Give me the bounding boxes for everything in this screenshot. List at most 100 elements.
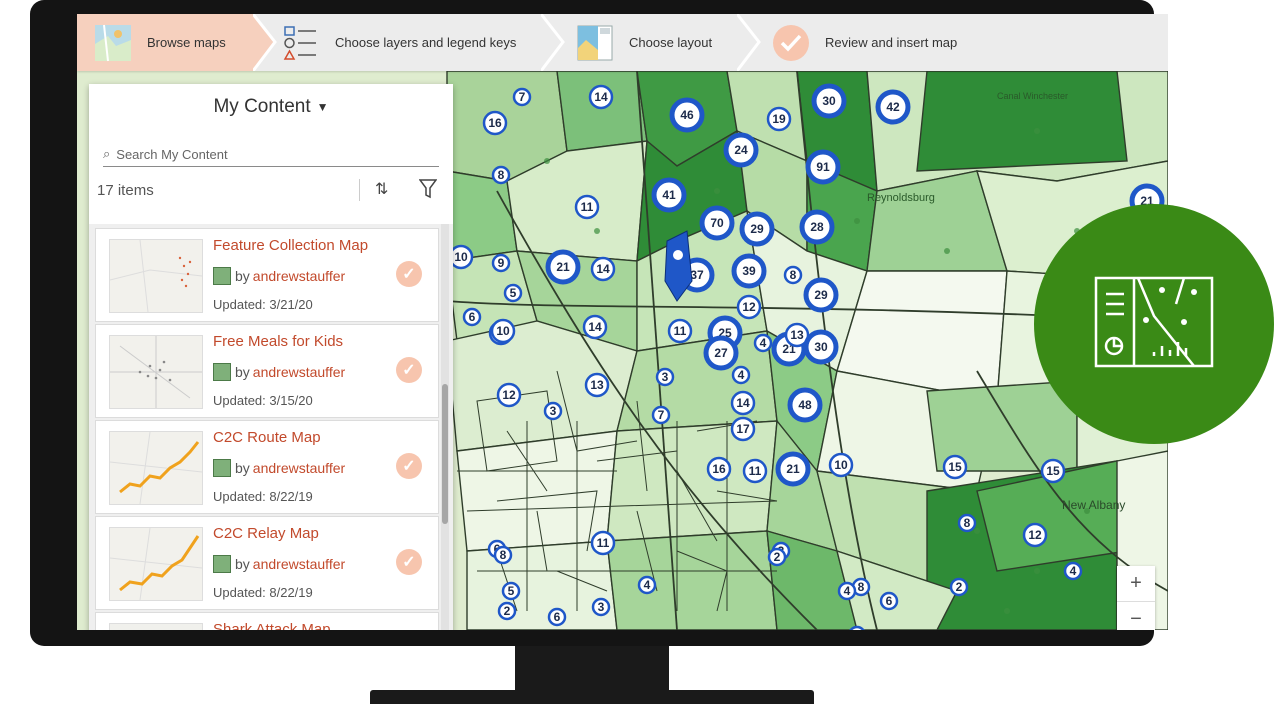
map-thumbnail (109, 431, 203, 505)
checkmark-circle-icon (771, 23, 811, 63)
item-title[interactable]: C2C Relay Map (213, 525, 319, 542)
step-label: Choose layers and legend keys (335, 35, 517, 50)
cluster-count: 11 (749, 464, 762, 478)
cluster-count: 6 (554, 610, 561, 624)
cluster-count: 8 (858, 580, 865, 594)
cluster-count: 13 (590, 378, 604, 392)
cluster-count: 8 (498, 168, 505, 182)
step-label: Browse maps (147, 35, 226, 50)
filter-icon[interactable] (418, 179, 438, 203)
select-check-icon[interactable]: ✓ (396, 453, 422, 479)
panel-title: My Content (213, 96, 311, 117)
cluster-count: 48 (798, 398, 812, 412)
cluster-count: 46 (680, 108, 694, 122)
cluster-count: 24 (734, 143, 748, 157)
cluster-count: 2 (774, 550, 781, 564)
list-item[interactable]: Shark Attack Map (95, 612, 439, 630)
owner-link[interactable]: andrewstauffer (253, 364, 345, 380)
cluster-count: 3 (598, 600, 605, 614)
select-check-icon[interactable]: ✓ (396, 261, 422, 287)
cluster-count: 30 (814, 340, 828, 354)
cluster-count: 16 (488, 116, 502, 130)
cluster-count: 11 (581, 200, 594, 214)
cluster-count: 4 (1070, 564, 1077, 578)
cluster-count: 11 (674, 324, 687, 338)
select-check-icon[interactable]: ✓ (396, 357, 422, 383)
webmap-icon (213, 363, 231, 381)
cluster-count: 8 (790, 268, 797, 282)
cluster-count: 2 (956, 580, 963, 594)
cluster-count: 5 (508, 584, 515, 598)
sort-icon[interactable]: ⇅ (375, 179, 388, 199)
item-updated: Updated: 8/22/19 (213, 585, 313, 600)
select-check-icon[interactable]: ✓ (396, 549, 422, 575)
cluster-count: 14 (596, 262, 610, 276)
list-item[interactable]: C2C Route Map by andrewstauffer Updated: … (95, 420, 439, 514)
step-browse-maps[interactable]: Browse maps (77, 14, 275, 71)
cluster-count: 16 (712, 462, 726, 476)
owner-link[interactable]: andrewstauffer (253, 460, 345, 476)
owner-link[interactable]: andrewstauffer (253, 268, 345, 284)
list-item[interactable]: Feature Collection Map by andrewstauffer … (95, 228, 439, 322)
item-owner: by andrewstauffer (213, 267, 345, 285)
feature-badge (1034, 204, 1274, 444)
cluster-count: 10 (834, 458, 848, 472)
zoom-controls: + − (1117, 566, 1155, 630)
cluster-count: 21 (556, 260, 570, 274)
list-item[interactable]: Free Meals for Kids by andrewstauffer Upd… (95, 324, 439, 418)
cluster-count: 6 (469, 310, 476, 324)
item-owner: by andrewstauffer (213, 555, 345, 573)
map-thumbnail (109, 527, 203, 601)
place-label: Reynoldsburg (867, 192, 935, 204)
map-thumbnail (109, 239, 203, 313)
item-updated: Updated: 3/21/20 (213, 297, 313, 312)
item-title[interactable]: Free Meals for Kids (213, 333, 343, 350)
map-layout-icon (1094, 276, 1214, 368)
list-scrollbar[interactable] (441, 224, 449, 630)
cluster-count: 12 (742, 300, 756, 314)
list-item[interactable]: C2C Relay Map by andrewstauffer Updated: … (95, 516, 439, 610)
cluster-count: 29 (814, 288, 828, 302)
wizard-steps-bar: Browse maps Choose layers and legend key… (77, 14, 1168, 71)
place-label: Canal Winchester (997, 91, 1068, 101)
step-choose-layout[interactable]: Choose layout (575, 14, 712, 71)
owner-link[interactable]: andrewstauffer (253, 556, 345, 572)
webmap-icon (213, 555, 231, 573)
zoom-out-button[interactable]: − (1117, 602, 1155, 630)
cluster-count: 8 (500, 548, 507, 562)
item-updated: Updated: 3/15/20 (213, 393, 313, 408)
cluster-count: 70 (710, 216, 724, 230)
cluster-count: 3 (662, 370, 669, 384)
map-thumbnail-icon (93, 23, 133, 63)
step-label: Choose layout (629, 35, 713, 50)
chevron-separator (737, 14, 761, 71)
cluster-count: 4 (738, 368, 745, 382)
cluster-count: 8 (964, 516, 971, 530)
place-label: New Albany (1062, 498, 1125, 512)
cluster-count: 27 (714, 346, 728, 360)
item-title[interactable]: Shark Attack Map (213, 621, 331, 630)
content-source-dropdown[interactable]: My Content ▼ (89, 84, 453, 130)
search-input[interactable]: ⌕ Search My Content (103, 142, 439, 167)
item-title[interactable]: Feature Collection Map (213, 237, 368, 254)
my-content-panel: My Content ▼ ⌕ Search My Content 17 item… (89, 84, 453, 630)
monitor-stand (515, 646, 669, 692)
step-review-insert[interactable]: Review and insert map (771, 14, 957, 71)
zoom-in-button[interactable]: + (1117, 566, 1155, 602)
layout-icon (575, 23, 615, 63)
content-list: Feature Collection Map by andrewstauffer … (89, 224, 453, 630)
cluster-count: 42 (886, 100, 900, 114)
item-count: 17 items (97, 181, 154, 199)
cluster-count: 6 (886, 594, 893, 608)
monitor-frame: 7141646193042249184111702928211092114103… (30, 0, 1168, 646)
cluster-count: 9 (498, 256, 505, 270)
item-title[interactable]: C2C Route Map (213, 429, 321, 446)
cluster-count: 14 (736, 396, 750, 410)
legend-shapes-icon (281, 23, 321, 63)
cluster-count: 4 (844, 584, 851, 598)
step-choose-layers[interactable]: Choose layers and legend keys (281, 14, 516, 71)
cluster-count: 7 (519, 90, 526, 104)
cluster-count: 10 (454, 250, 468, 264)
cluster-count: 5 (510, 286, 517, 300)
cluster-count: 91 (816, 160, 830, 174)
